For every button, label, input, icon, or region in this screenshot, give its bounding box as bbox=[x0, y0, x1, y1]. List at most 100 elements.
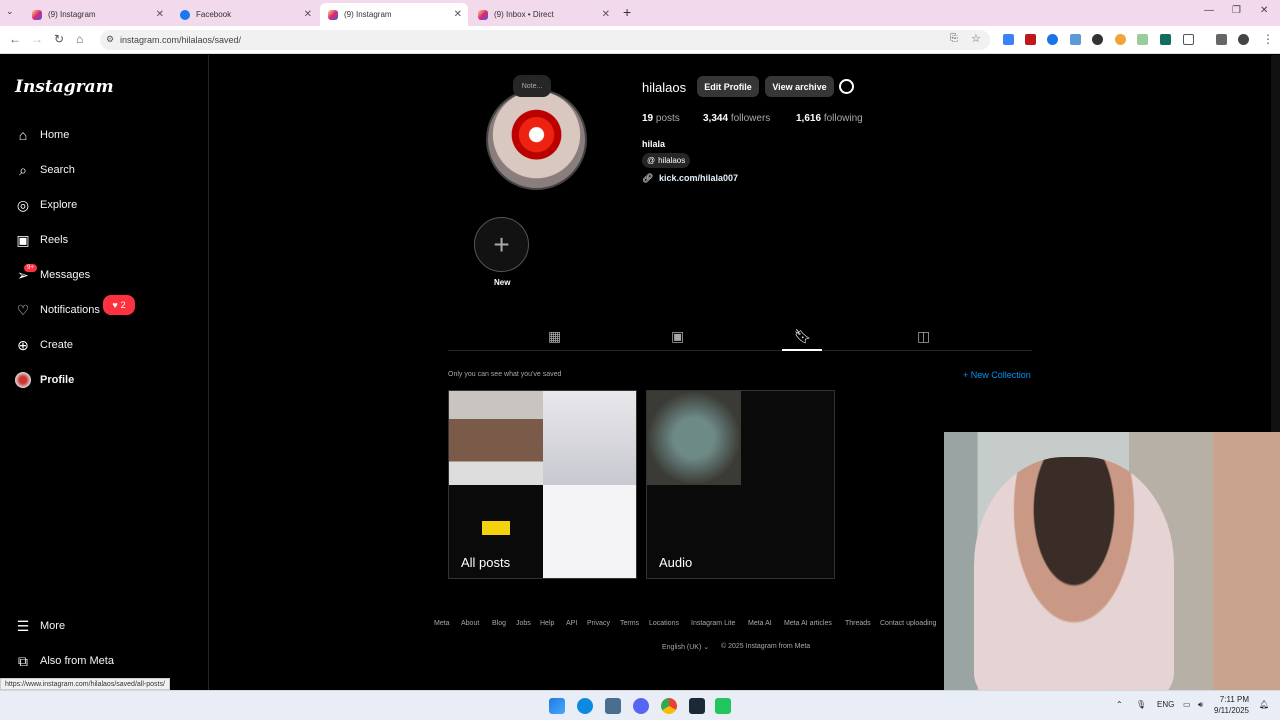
footer-link[interactable]: Blog bbox=[492, 620, 506, 627]
tab-search-chevron-icon[interactable]: ⌄ bbox=[6, 6, 14, 17]
app-icon[interactable] bbox=[715, 698, 731, 714]
threads-badge[interactable]: @ hilalaos bbox=[642, 153, 691, 168]
reels-tab-icon[interactable]: ▣ bbox=[671, 328, 684, 345]
footer-link[interactable]: About bbox=[461, 620, 479, 627]
language-indicator[interactable]: ENG bbox=[1157, 700, 1174, 709]
new-collection-button[interactable]: + New Collection bbox=[963, 370, 1031, 380]
hamburger-menu-icon: ☰ bbox=[16, 617, 30, 634]
sidebar-item-more[interactable]: ☰ More bbox=[14, 617, 65, 635]
footer-link[interactable]: Help bbox=[540, 620, 554, 627]
network-icon[interactable]: ▭ bbox=[1183, 700, 1191, 709]
extension-icon[interactable] bbox=[1137, 34, 1148, 45]
followers-count: 3,344 bbox=[703, 113, 729, 124]
new-highlight-button[interactable]: + bbox=[474, 217, 529, 272]
footer-link[interactable]: Instagram Lite bbox=[691, 620, 735, 627]
footer-link[interactable]: API bbox=[566, 620, 577, 627]
tray-chevron-up-icon[interactable]: ⌃ bbox=[1116, 700, 1123, 709]
posts-grid-tab-icon[interactable]: ▦ bbox=[548, 328, 561, 345]
url-field[interactable]: ⚙ instagram.com/hilalaos/saved/ ⎘ ☆ bbox=[100, 30, 990, 50]
footer-link[interactable]: Meta bbox=[434, 620, 450, 627]
sidebar-item-search[interactable]: ⌕ Search bbox=[14, 161, 75, 179]
close-icon[interactable]: ✕ bbox=[454, 9, 462, 20]
close-icon[interactable]: ✕ bbox=[304, 9, 312, 20]
collection-audio[interactable]: Audio bbox=[646, 390, 835, 579]
notepad-icon[interactable] bbox=[605, 698, 621, 714]
reload-icon[interactable]: ↻ bbox=[54, 32, 64, 46]
new-tab-plus-icon[interactable]: + bbox=[623, 4, 631, 20]
sidebar-item-also-from-meta[interactable]: ⧉ Also from Meta bbox=[14, 652, 114, 670]
media-controls-icon[interactable] bbox=[1216, 34, 1227, 45]
sidebar-item-explore[interactable]: ◎ Explore bbox=[14, 196, 77, 214]
bookmark-star-icon[interactable]: ☆ bbox=[971, 32, 981, 45]
instagram-favicon-icon bbox=[328, 9, 338, 20]
sidebar-item-profile[interactable]: Profile bbox=[14, 371, 74, 389]
tagged-tab-icon[interactable]: ◫ bbox=[917, 328, 930, 345]
microphone-icon[interactable]: 🎙︎ bbox=[1136, 700, 1146, 709]
profile-avatar[interactable] bbox=[486, 89, 587, 190]
avatar bbox=[14, 371, 32, 389]
back-arrow-icon[interactable]: ← bbox=[9, 32, 21, 46]
footer-link[interactable]: Meta AI articles bbox=[784, 620, 832, 627]
profile-link[interactable]: 🔗︎ kick.com/hilala007 bbox=[642, 173, 738, 184]
sidebar-item-notifications[interactable]: ♡ Notifications bbox=[14, 301, 100, 319]
footer-link[interactable]: Meta AI bbox=[748, 620, 772, 627]
chrome-icon[interactable] bbox=[661, 698, 677, 714]
extension-icon[interactable] bbox=[1115, 34, 1126, 45]
footer-link[interactable]: Privacy bbox=[587, 620, 610, 627]
followers-stat[interactable]: 3,344 followers bbox=[703, 113, 770, 124]
extension-icon[interactable] bbox=[1070, 34, 1081, 45]
facebook-favicon-icon bbox=[180, 9, 190, 20]
settings-gear-icon[interactable] bbox=[839, 79, 854, 94]
clock[interactable]: 7:11 PM 9/11/2025 bbox=[1214, 694, 1249, 716]
note-bubble[interactable]: Note... bbox=[513, 75, 551, 97]
home-icon[interactable]: ⌂ bbox=[76, 32, 83, 46]
minimize-icon[interactable]: — bbox=[1204, 5, 1214, 16]
discord-icon[interactable] bbox=[633, 698, 649, 714]
browser-tab-instagram-1[interactable]: (9) Instagram ✕ bbox=[24, 3, 170, 26]
following-stat[interactable]: 1,616 following bbox=[796, 113, 863, 124]
language-selector[interactable]: English (UK) ⌄ bbox=[662, 643, 709, 651]
saved-bookmark-tab-icon[interactable]: 🔖︎ bbox=[794, 328, 812, 345]
install-app-icon[interactable]: ⎘ bbox=[950, 33, 958, 44]
sidebar-item-create[interactable]: ⊕ Create bbox=[14, 336, 73, 354]
extension-icon[interactable] bbox=[1003, 34, 1014, 45]
browser-tab-instagram-active[interactable]: (9) Instagram ✕ bbox=[320, 3, 468, 26]
site-info-icon[interactable]: ⚙ bbox=[106, 34, 114, 45]
menu-kebab-icon[interactable]: ⋮ bbox=[1262, 32, 1274, 46]
collection-label: Audio bbox=[659, 555, 693, 570]
start-windows-icon[interactable] bbox=[549, 698, 565, 714]
extension-icon[interactable] bbox=[1047, 34, 1058, 45]
browser-tab-inbox[interactable]: (9) Inbox • Direct ✕ bbox=[470, 3, 616, 26]
browser-tab-facebook[interactable]: Facebook ✕ bbox=[172, 3, 318, 26]
footer-link[interactable]: Locations bbox=[649, 620, 679, 627]
view-archive-button[interactable]: View archive bbox=[765, 76, 834, 97]
notification-bell-icon[interactable]: 🔔︎ bbox=[1259, 700, 1269, 709]
close-icon[interactable]: ✕ bbox=[156, 9, 164, 20]
saved-privacy-note: Only you can see what you've saved bbox=[448, 371, 562, 378]
close-window-icon[interactable]: ✕ bbox=[1260, 5, 1268, 16]
reels-icon: ▣ bbox=[16, 231, 30, 248]
forward-arrow-icon[interactable]: → bbox=[31, 32, 43, 46]
instagram-logo[interactable]: Instagram bbox=[15, 77, 114, 97]
sidebar-item-label: Profile bbox=[40, 374, 75, 386]
sidebar-item-home[interactable]: ⌂ Home bbox=[14, 126, 70, 144]
collection-all-posts[interactable]: All posts bbox=[448, 390, 637, 579]
steam-icon[interactable] bbox=[689, 698, 705, 714]
volume-icon[interactable]: 🔊︎ bbox=[1198, 700, 1203, 710]
extension-icon[interactable] bbox=[1160, 34, 1171, 45]
sidebar-item-reels[interactable]: ▣ Reels bbox=[14, 231, 68, 249]
notifications-count: 2 bbox=[120, 300, 126, 310]
extension-icon[interactable] bbox=[1025, 34, 1036, 45]
extensions-puzzle-icon[interactable] bbox=[1183, 34, 1194, 45]
footer-link[interactable]: Threads bbox=[845, 620, 871, 627]
edge-browser-icon[interactable] bbox=[577, 698, 593, 714]
maximize-icon[interactable]: ❐ bbox=[1232, 5, 1241, 16]
tabs-divider bbox=[448, 350, 1032, 351]
footer-link[interactable]: Terms bbox=[620, 620, 639, 627]
footer-link[interactable]: Jobs bbox=[516, 620, 531, 627]
edit-profile-button[interactable]: Edit Profile bbox=[697, 76, 759, 97]
profile-avatar-icon[interactable] bbox=[1238, 34, 1249, 45]
footer-link[interactable]: Contact uploading bbox=[880, 620, 936, 627]
extension-icon[interactable] bbox=[1092, 34, 1103, 45]
close-icon[interactable]: ✕ bbox=[602, 9, 610, 20]
